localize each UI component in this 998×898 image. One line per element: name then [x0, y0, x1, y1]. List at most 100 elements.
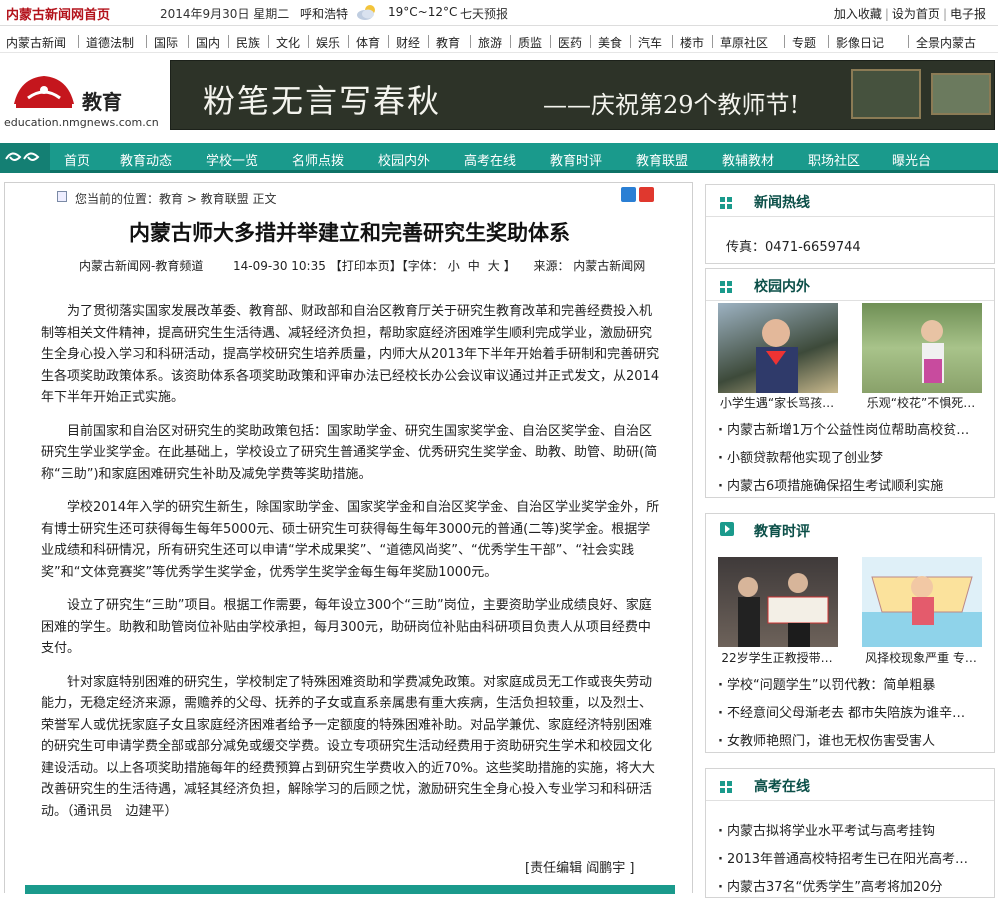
hotline-header: 新闻热线 [706, 185, 994, 217]
commentary-photo-2-caption[interactable]: 风择校现象严重 专… [860, 649, 982, 666]
nav-separator [550, 35, 551, 48]
nav-item-15[interactable]: 楼市 [680, 34, 704, 51]
gaokao-news-item[interactable]: 2013年普通高校特招考生已在阳光高考… [718, 848, 986, 867]
nav-item-4[interactable]: 民族 [236, 34, 260, 51]
campus-title: 校园内外 [754, 279, 810, 295]
date-text: 2014年9月30日 星期二 [160, 7, 290, 21]
nav-item-13[interactable]: 美食 [598, 34, 622, 51]
font-size-close: 】 [503, 259, 516, 273]
gaokao-news-item[interactable]: 内蒙古拟将学业水平考试与高考挂钩 [718, 820, 986, 839]
nav-item-12[interactable]: 医药 [558, 34, 582, 51]
channel-tab-8[interactable]: 教辅教材 [722, 150, 774, 169]
commentary-photo-1[interactable] [718, 557, 838, 647]
commentary-header: 教育时评 [706, 514, 994, 546]
nav-separator [630, 35, 631, 48]
nav-separator [712, 35, 713, 48]
channel-tab-9[interactable]: 职场社区 [808, 150, 860, 169]
forecast-link[interactable]: 七天预报 [460, 5, 508, 22]
campus-news-item[interactable]: 小额贷款帮他实现了创业梦 [718, 447, 986, 466]
commentary-news-item[interactable]: 不经意间父母渐老去 都市失陪族为谁辛… [718, 702, 986, 721]
commentary-news-item[interactable]: 学校“问题学生”以罚代教：简单粗暴 [718, 674, 986, 693]
channel-tab-2[interactable]: 学校一览 [206, 150, 258, 169]
nav-item-6[interactable]: 娱乐 [316, 34, 340, 51]
nav-item-2[interactable]: 国际 [154, 34, 178, 51]
campus-photo-2-caption[interactable]: 乐观“校花”不惧死… [860, 394, 982, 411]
nav-item-3[interactable]: 国内 [196, 34, 220, 51]
top-bar: 内蒙古新闻网首页 2014年9月30日 星期二 呼和浩特 19°C~12°C 七… [0, 0, 998, 26]
gaokao-header: 高考在线 [706, 769, 994, 801]
nav-separator [510, 35, 511, 48]
nav-item-16[interactable]: 草原社区 [720, 34, 768, 51]
campus-photo-2[interactable] [862, 303, 982, 393]
search-tool-icon[interactable] [621, 187, 636, 202]
nav-item-18[interactable]: 影像日记 [836, 34, 884, 51]
nav-item-0[interactable]: 内蒙古新闻 [6, 34, 66, 51]
window-image [931, 73, 991, 115]
channel-url: education.nmgnews.com.cn [4, 116, 159, 129]
grid-bullet-icon [720, 781, 732, 793]
nav-separator [590, 35, 591, 48]
nav-item-17[interactable]: 专题 [792, 34, 816, 51]
gaokao-title: 高考在线 [754, 779, 810, 795]
campus-header: 校园内外 [706, 269, 994, 301]
font-large-link[interactable]: 大 [488, 259, 500, 273]
nav-separator [388, 35, 389, 48]
nav-item-10[interactable]: 旅游 [478, 34, 502, 51]
channel-tab-7[interactable]: 教育联盟 [636, 150, 688, 169]
source-name: 内蒙古新闻网 [573, 259, 646, 273]
channel-tab-6[interactable]: 教育时评 [550, 150, 602, 169]
nav-item-14[interactable]: 汽车 [638, 34, 662, 51]
home-link[interactable]: 内蒙古新闻网首页 [6, 4, 110, 23]
nav-separator [308, 35, 309, 48]
nav-item-9[interactable]: 教育 [436, 34, 460, 51]
print-link[interactable]: 【打印本页】 [330, 259, 402, 273]
campus-news-item[interactable]: 内蒙古6项措施确保招生考试顺利实施 [718, 475, 986, 494]
campus-photo-1[interactable] [718, 303, 838, 393]
nav-item-11[interactable]: 质监 [518, 34, 542, 51]
campus-photo-1-caption[interactable]: 小学生遇“家长骂孩… [716, 394, 838, 411]
campus-news-item[interactable]: 内蒙古新增1万个公益性岗位帮助高校贫… [718, 419, 986, 438]
nav-item-5[interactable]: 文化 [276, 34, 300, 51]
teachers-day-banner[interactable]: 粉笔无言写春秋 ——庆祝第29个教师节! [170, 60, 995, 130]
commentary-title: 教育时评 [754, 524, 810, 540]
gaokao-news-item[interactable]: 内蒙古37名“优秀学生”高考将加20分 [718, 876, 986, 895]
commentary-cartoon[interactable] [862, 557, 982, 647]
channel-tab-0[interactable]: 首页 [64, 150, 90, 169]
channel-tab-3[interactable]: 名师点拨 [292, 150, 344, 169]
channel-tab-4[interactable]: 校园内外 [378, 150, 430, 169]
fax-number: 传真：0471-6659744 [726, 240, 861, 255]
epaper-link[interactable]: 电子报 [950, 7, 986, 21]
nav-separator [908, 35, 909, 48]
channel-tab-1[interactable]: 教育动态 [120, 150, 172, 169]
nav-separator [188, 35, 189, 48]
set-homepage-link[interactable]: 设为首页 [892, 7, 940, 21]
site-logo-icon[interactable] [10, 72, 78, 110]
grid-bullet-icon [720, 197, 732, 209]
source-label: 来源： [533, 259, 570, 273]
nav-separator [78, 35, 79, 48]
article-body: 为了贯彻落实国家发展改革委、教育部、财政部和自治区教育厅关于研究生教育改革和完善… [41, 301, 661, 834]
font-medium-link[interactable]: 中 [468, 259, 480, 273]
nav-separator [146, 35, 147, 48]
add-favorite-link[interactable]: 加入收藏 [834, 7, 882, 21]
commentary-news-item[interactable]: 女教师艳照门，谁也无权伤害受害人 [718, 730, 986, 749]
article-paragraph: 学校2014年入学的研究生新生，除国家助学金、国家奖学金和自治区奖学金、自治区学… [41, 500, 660, 580]
weibo-share-icon[interactable] [639, 187, 654, 202]
font-size-label: 【字体： [401, 259, 444, 273]
nav-item-19[interactable]: 全景内蒙古 [916, 34, 976, 51]
city-text: 呼和浩特 [300, 7, 349, 21]
commentary-photo-1-caption[interactable]: 22岁学生正教授带… [716, 649, 838, 666]
article-meta: 内蒙古新闻网-教育频道 14-09-30 10:35 【打印本页】【字体： 小中大… [79, 257, 645, 274]
nav-item-8[interactable]: 财经 [396, 34, 420, 51]
article-title: 内蒙古师大多措并举建立和完善研究生奖助体系 [129, 220, 570, 245]
nav-separator [672, 35, 673, 48]
channel-tab-5[interactable]: 高考在线 [464, 150, 516, 169]
nav-item-7[interactable]: 体育 [356, 34, 380, 51]
font-small-link[interactable]: 小 [448, 259, 460, 273]
play-bullet-icon [720, 522, 734, 536]
swirl-decoration-icon [0, 143, 50, 173]
nav-item-1[interactable]: 道德法制 [86, 34, 134, 51]
channel-tab-10[interactable]: 曝光台 [892, 150, 931, 169]
top-links: 加入收藏 | 设为首页 | 电子报 [833, 7, 986, 21]
responsible-editor: [责任编辑 阎鹏宇 ] [525, 861, 635, 876]
